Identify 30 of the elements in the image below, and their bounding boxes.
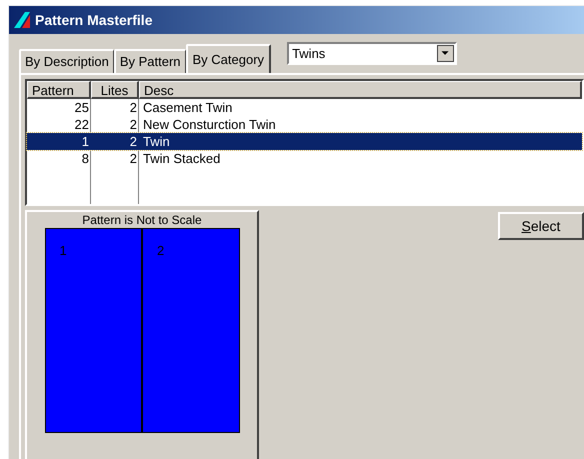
table-cell-text: 22	[74, 116, 90, 133]
tab[interactable]: By Category	[186, 44, 272, 73]
table-cell-text: Twin Stacked	[142, 150, 222, 167]
table-cell-text: 25	[74, 99, 90, 116]
category-dropdown[interactable]: Twins	[287, 42, 458, 65]
table-cell-text: 2	[128, 150, 138, 167]
table-cell-text: 2	[128, 99, 138, 116]
lite-number: 2	[157, 243, 164, 258]
window-title: Pattern Masterfile	[35, 10, 152, 30]
table-cell-text: Casement Twin	[142, 99, 234, 116]
table-row[interactable]: 1 2 Twin	[27, 133, 582, 150]
preview-caption: Pattern is Not to Scale	[82, 213, 202, 227]
table-row[interactable]: 8 2 Twin Stacked	[27, 150, 582, 167]
tab[interactable]: By Description	[19, 49, 114, 73]
column-header[interactable]: Lites	[91, 81, 139, 99]
dropdown-value: Twins	[291, 44, 326, 63]
table-cell-text: Twin	[142, 133, 171, 150]
table-cell-text: 8	[80, 150, 90, 167]
column-header[interactable]: Pattern	[27, 81, 91, 99]
table-cell-text: 2	[128, 116, 138, 133]
app-logo-icon	[13, 11, 31, 29]
table-cell-text: 2	[128, 133, 138, 150]
table-row[interactable]: 25 2 Casement Twin	[27, 99, 582, 116]
table-cell-text: 1	[80, 133, 90, 150]
table-cell-text: New Consturction Twin	[142, 116, 277, 133]
select-button[interactable]: Select	[498, 212, 584, 240]
lite-number: 1	[60, 243, 67, 258]
table-row[interactable]: 22 2 New Consturction Twin	[27, 116, 582, 133]
column-header[interactable]: Desc	[139, 81, 582, 99]
tab[interactable]: By Pattern	[114, 49, 186, 73]
